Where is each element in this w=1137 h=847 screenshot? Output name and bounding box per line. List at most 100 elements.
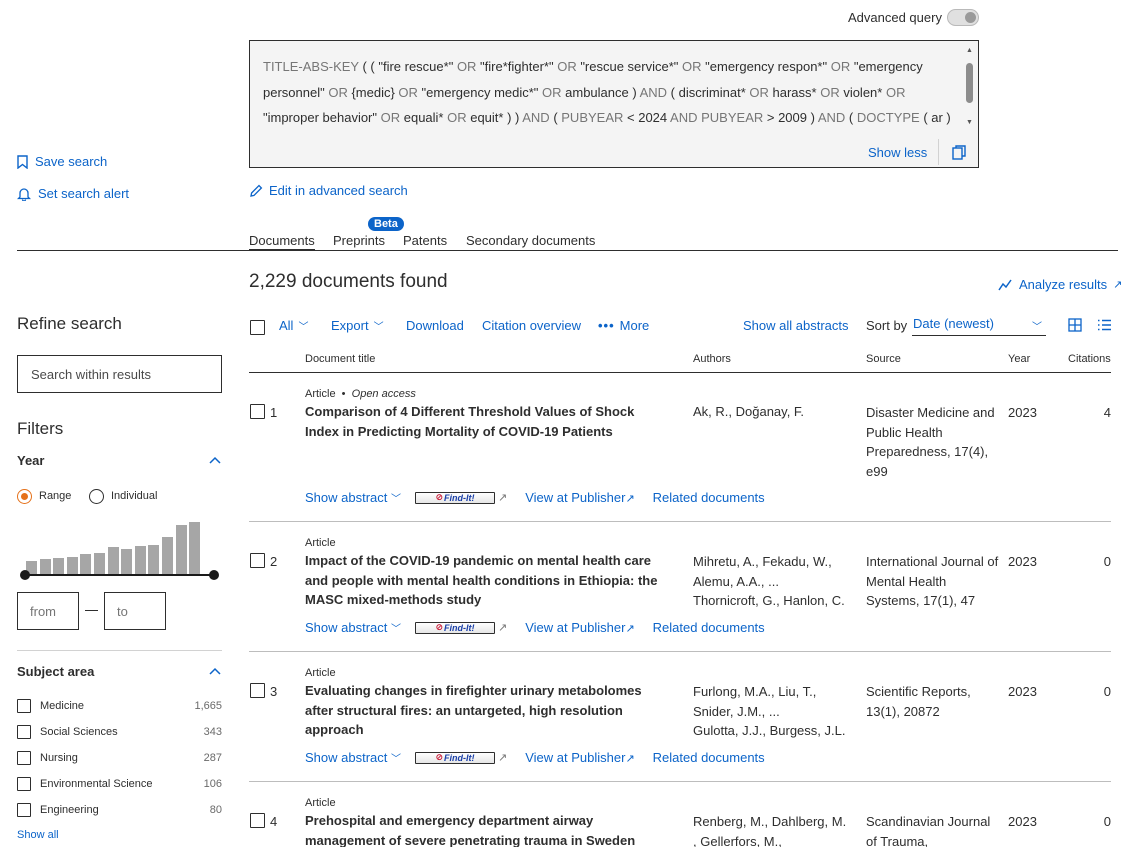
year-histogram-bar (134, 546, 146, 574)
individual-radio[interactable] (89, 489, 104, 504)
subject-checkbox[interactable] (17, 803, 31, 817)
chevron-up-icon[interactable] (209, 667, 221, 675)
document-type: Article • Open access (305, 388, 416, 400)
row-checkbox[interactable] (250, 683, 265, 698)
document-citations[interactable]: 4 (1071, 405, 1111, 420)
sort-select[interactable]: Date (newest) ﹀ (912, 316, 1046, 336)
subject-checkbox[interactable] (17, 751, 31, 765)
show-all-subjects-link[interactable]: Show all (17, 829, 59, 841)
document-authors[interactable]: Furlong, M.A., Liu, T., Snider, J.M., ...… (693, 682, 853, 741)
year-from-input[interactable] (17, 592, 79, 630)
subject-checkbox[interactable] (17, 725, 31, 739)
select-all-checkbox[interactable] (250, 320, 265, 335)
copy-icon[interactable] (952, 145, 966, 160)
subject-area-heading[interactable]: Subject area (17, 664, 94, 679)
document-source[interactable]: Scientific Reports, 13(1), 20872 (866, 682, 1002, 721)
year-filter-heading[interactable]: Year (17, 453, 44, 468)
scroll-down-icon[interactable]: ▼ (965, 119, 974, 127)
view-at-publisher-link[interactable]: View at Publisher↗ (525, 620, 634, 635)
related-documents-link[interactable]: Related documents (653, 750, 765, 765)
year-slider-end-handle[interactable] (209, 570, 219, 580)
chevron-up-icon[interactable] (209, 456, 221, 464)
document-citations[interactable]: 0 (1071, 554, 1111, 569)
advanced-query-toggle[interactable] (947, 9, 979, 26)
view-at-publisher-link[interactable]: View at Publisher↗ (525, 750, 634, 765)
show-abstract-button[interactable]: Show abstract ﹀ (305, 620, 401, 635)
subject-checkbox[interactable] (17, 699, 31, 713)
row-number: 1 (270, 405, 278, 420)
more-menu-button[interactable]: ••• More (598, 318, 649, 333)
document-title-link[interactable]: Impact of the COVID-19 pandemic on menta… (305, 551, 675, 610)
row-checkbox[interactable] (250, 813, 265, 828)
column-citations[interactable]: Citations (1068, 353, 1111, 365)
subject-item-social-sciences[interactable]: Social Sciences 343 (17, 725, 222, 739)
more-label: More (619, 318, 650, 333)
external-link-icon: ↗ (498, 622, 508, 634)
analyze-results-link[interactable]: Analyze results ↗ (998, 277, 1122, 292)
subject-item-nursing[interactable]: Nursing 287 (17, 751, 222, 765)
row-checkbox[interactable] (250, 404, 265, 419)
download-button[interactable]: Download (406, 318, 464, 333)
query-divider (938, 139, 939, 165)
column-source[interactable]: Source (866, 353, 901, 365)
show-abstract-button[interactable]: Show abstract ﹀ (305, 490, 401, 505)
chevron-down-icon: ﹀ (373, 322, 384, 333)
view-at-publisher-link[interactable]: View at Publisher↗ (525, 490, 634, 505)
scroll-thumb[interactable] (966, 63, 973, 103)
show-less-button[interactable]: Show less (868, 145, 927, 160)
row-checkbox[interactable] (250, 553, 265, 568)
chevron-down-icon: ﹀ (1032, 322, 1042, 333)
document-source[interactable]: Disaster Medicine and Public Health Prepar… (866, 403, 1002, 481)
trend-icon (998, 279, 1012, 290)
query-box[interactable]: TITLE-ABS-KEY ( ( "fire rescue*" OR "fir… (249, 40, 979, 168)
year-slider-start-handle[interactable] (20, 570, 30, 580)
tab-patents[interactable]: Patents (403, 233, 447, 248)
column-year[interactable]: Year (1008, 353, 1030, 365)
document-citations[interactable]: 0 (1071, 814, 1111, 829)
subject-item-medicine[interactable]: Medicine 1,665 (17, 699, 222, 713)
findit-button[interactable]: ⊘ Find-It! (415, 621, 495, 634)
document-year: 2023 (1008, 684, 1037, 699)
subject-item-engineering[interactable]: Engineering 80 (17, 803, 222, 817)
export-dropdown[interactable]: Export ﹀ (331, 318, 384, 333)
document-year: 2023 (1008, 554, 1037, 569)
column-document-title[interactable]: Document title (305, 353, 375, 365)
document-authors[interactable]: Renberg, M., Dahlberg, M., Gellerfors, M… (693, 812, 853, 847)
tab-documents[interactable]: Documents (249, 233, 315, 251)
document-citations[interactable]: 0 (1071, 684, 1111, 699)
related-documents-link[interactable]: Related documents (653, 620, 765, 635)
citation-overview-button[interactable]: Citation overview (482, 318, 581, 333)
document-source[interactable]: Scandinavian Journal of Trauma, (866, 812, 1002, 847)
document-title-link[interactable]: Evaluating changes in firefighter urinar… (305, 681, 665, 740)
chevron-down-icon: ﹀ (298, 322, 309, 333)
save-search-link[interactable]: Save search (17, 154, 107, 169)
document-title-link[interactable]: Comparison of 4 Different Threshold Valu… (305, 402, 665, 441)
document-source[interactable]: International Journal of Mental Health Sys… (866, 552, 1006, 611)
findit-button[interactable]: ⊘ Find-It! (415, 491, 495, 504)
set-search-alert-link[interactable]: Set search alert (17, 186, 129, 201)
year-histogram-bar (189, 522, 201, 574)
document-authors[interactable]: Ak, R., Doğanay, F. (693, 402, 853, 422)
scroll-up-icon[interactable]: ▲ (965, 47, 974, 55)
range-radio[interactable] (17, 489, 32, 504)
column-authors[interactable]: Authors (693, 353, 731, 365)
list-view-icon[interactable] (1097, 319, 1112, 331)
show-all-abstracts-button[interactable]: Show all abstracts (743, 318, 849, 333)
edit-advanced-search-link[interactable]: Edit in advanced search (249, 183, 408, 198)
query-scrollbar[interactable]: ▲ ▼ (965, 47, 974, 133)
related-documents-link[interactable]: Related documents (653, 490, 765, 505)
grid-view-icon[interactable] (1068, 318, 1082, 332)
findit-button[interactable]: ⊘ Find-It! (415, 751, 495, 764)
document-authors[interactable]: Mihretu, A., Fekadu, W., Alemu, A.A., ...… (693, 552, 853, 611)
year-slider-track[interactable] (24, 574, 214, 576)
show-abstract-button[interactable]: Show abstract ﹀ (305, 750, 401, 765)
bookmark-icon (17, 154, 28, 169)
document-title-link[interactable]: Prehospital and emergency department air… (305, 811, 665, 847)
tab-preprints[interactable]: Preprints (333, 233, 385, 248)
subject-item-environmental-science[interactable]: Environmental Science 106 (17, 777, 222, 791)
search-within-results-input[interactable] (17, 355, 222, 393)
subject-checkbox[interactable] (17, 777, 31, 791)
year-to-input[interactable] (104, 592, 166, 630)
select-all-dropdown[interactable]: All ﹀ (279, 318, 308, 333)
tab-secondary-documents[interactable]: Secondary documents (466, 233, 595, 248)
